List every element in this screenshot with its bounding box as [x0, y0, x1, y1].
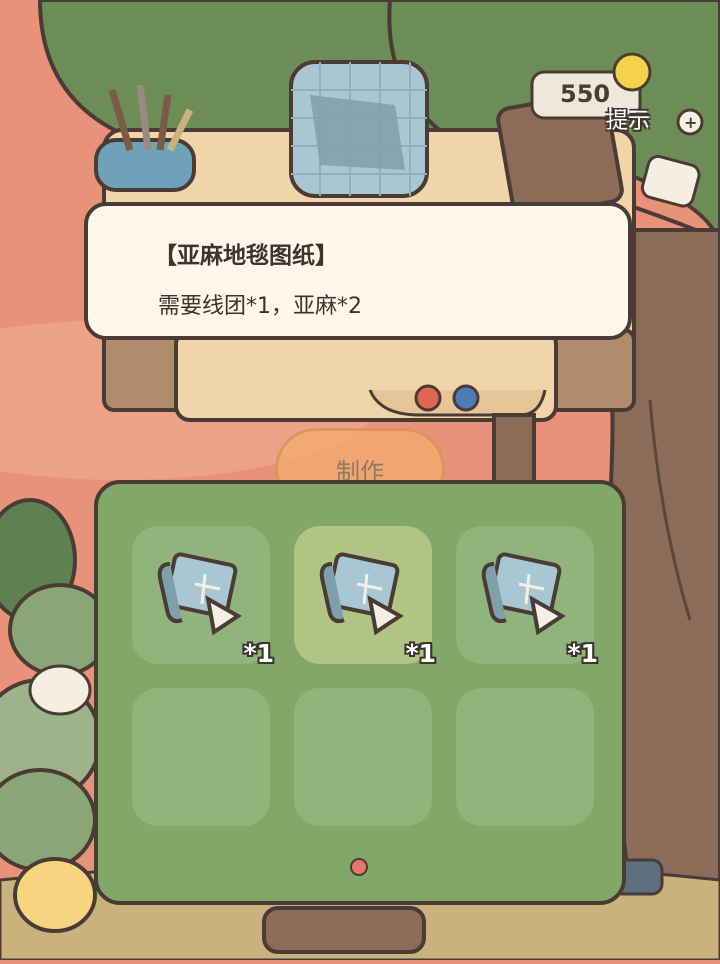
page-indicator-dot[interactable]: [350, 858, 368, 876]
inventory-slot-6[interactable]: [456, 688, 594, 826]
blueprint-icon: [481, 552, 566, 636]
inventory-slot-2[interactable]: *1: [294, 526, 436, 668]
coin-count: 550: [560, 80, 611, 108]
hint-button[interactable]: 提示: [606, 103, 650, 135]
blueprint-icon: [157, 552, 242, 636]
slot-count: *1: [567, 639, 598, 668]
slot-count: *1: [405, 639, 436, 668]
slot-count: *1: [243, 639, 274, 668]
recipe-title: 【亚麻地毯图纸】: [154, 243, 338, 269]
recipe-requirement: 需要线团*1，亚麻*2: [158, 294, 362, 319]
inventory-slot-1[interactable]: *1: [132, 526, 274, 668]
inventory-panel: *1 *1 *1: [94, 480, 626, 905]
inventory-slot-4[interactable]: [132, 688, 270, 826]
blueprint-icon: [319, 552, 404, 636]
inventory-slot-5[interactable]: [294, 688, 432, 826]
inventory-slot-3[interactable]: *1: [456, 526, 598, 668]
recipe-tooltip: 【亚麻地毯图纸】 需要线团*1，亚麻*2: [84, 202, 632, 340]
svg-text:+: +: [684, 113, 697, 132]
